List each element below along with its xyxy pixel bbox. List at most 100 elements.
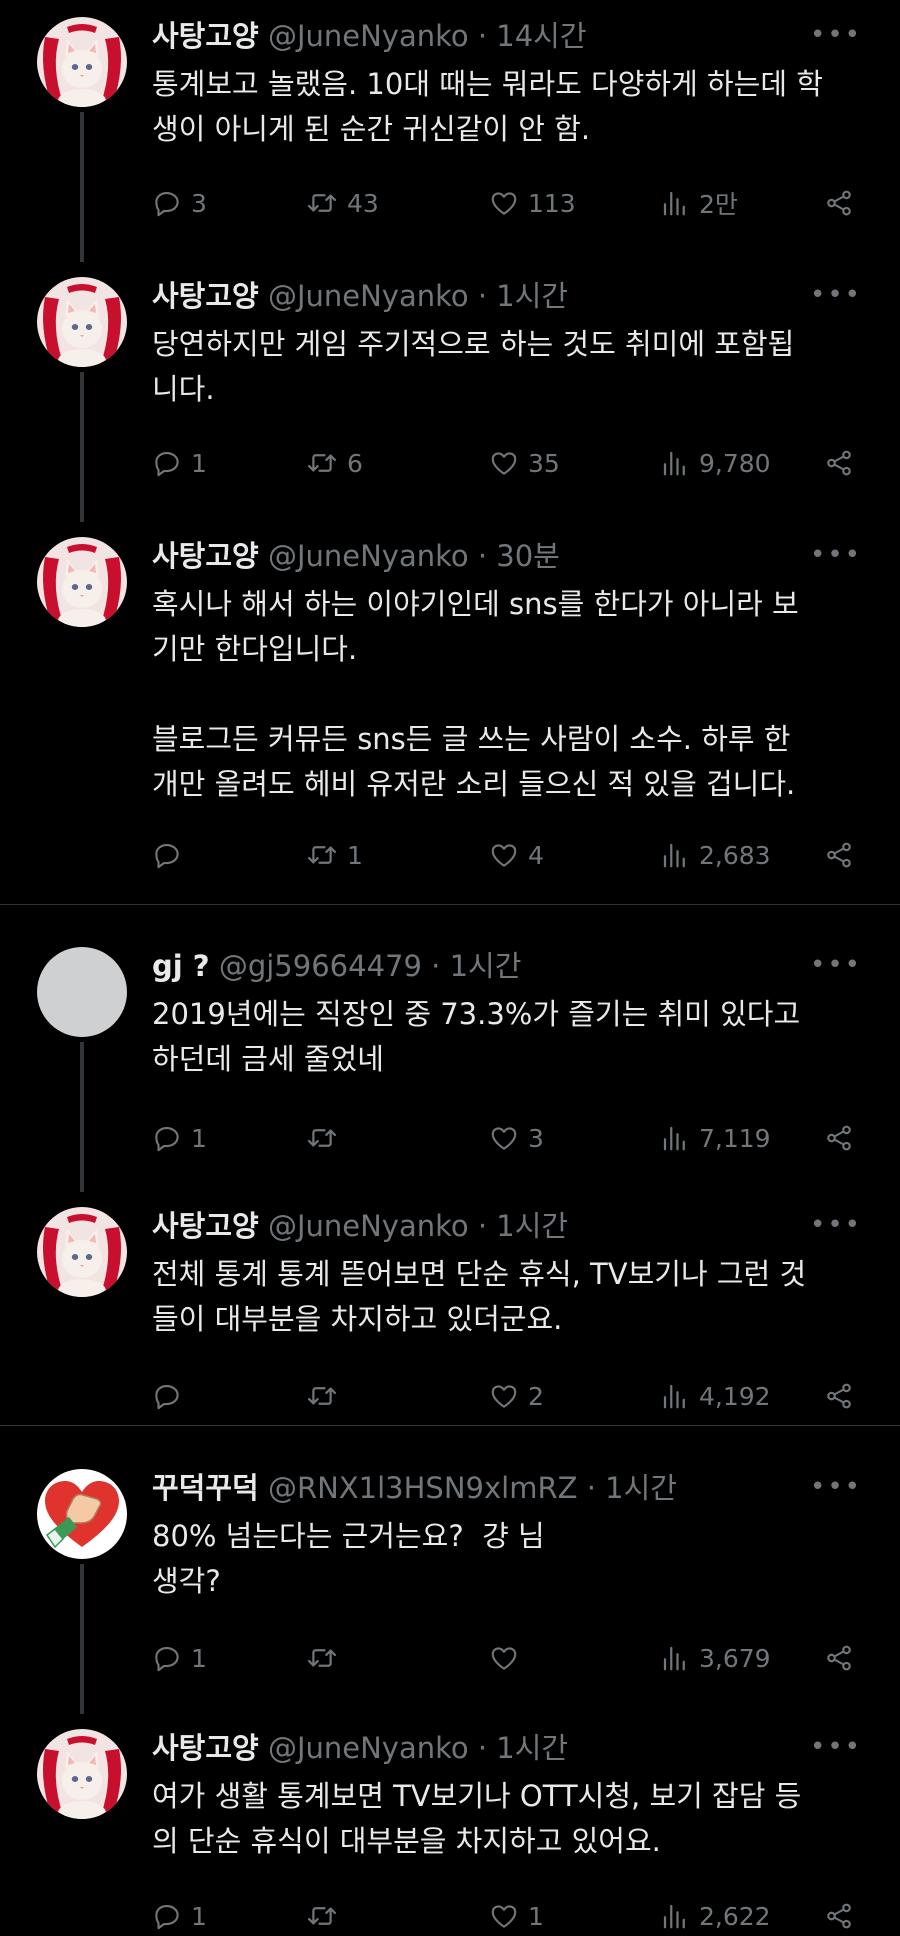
retweet-button[interactable]: 1 [306,835,363,875]
share-button[interactable] [824,1896,854,1936]
display-name[interactable]: gj ? [152,949,210,983]
cat-avatar[interactable] [37,277,127,367]
like-button[interactable]: 2 [489,1376,544,1416]
default-avatar[interactable] [37,947,127,1037]
share-icon [824,188,854,218]
handle[interactable]: @RNX1l3HSN9xlmRZ [268,1471,578,1505]
display-name[interactable]: 사탕고양 [152,1731,259,1765]
more-options-icon[interactable]: ••• [810,540,862,570]
like-button[interactable]: 35 [489,443,560,483]
views-count: 2,683 [699,840,771,870]
handle[interactable]: @JuneNyanko [268,539,469,573]
share-button[interactable] [824,1376,854,1416]
share-icon [824,1643,854,1673]
heart-hand-avatar[interactable] [37,1469,127,1559]
reply-button[interactable] [152,1376,191,1416]
cat-avatar[interactable] [37,537,127,627]
share-button[interactable] [824,183,854,223]
timestamp[interactable]: 1시간 [450,949,522,983]
timestamp[interactable]: 1시간 [496,1731,568,1765]
views-button[interactable]: 2,683 [660,835,771,875]
timestamp[interactable]: 1시간 [496,1209,568,1243]
retweet-button[interactable]: 43 [306,183,379,223]
more-options-icon[interactable]: ••• [810,1210,862,1240]
timestamp[interactable]: 1시간 [496,279,568,313]
tweet[interactable]: 사탕고양 @JuneNyanko · 1시간 ••• 여가 생활 통계보면 TV… [0,1712,900,1935]
analytics-icon [660,1381,690,1411]
like-button[interactable]: 1 [489,1896,544,1936]
reply-icon [152,1643,182,1673]
reply-button[interactable] [152,835,191,875]
reply-button[interactable]: 1 [152,443,207,483]
share-button[interactable] [824,1118,854,1158]
tweet[interactable]: 사탕고양 @JuneNyanko · 1시간 ••• 전체 통계 통계 뜯어보면… [0,1190,900,1425]
reply-button[interactable]: 3 [152,183,207,223]
handle[interactable]: @JuneNyanko [268,1731,469,1765]
timestamp[interactable]: 1시간 [605,1471,677,1505]
more-options-icon[interactable]: ••• [810,280,862,310]
like-button[interactable] [489,1638,528,1678]
views-button[interactable]: 4,192 [660,1376,771,1416]
views-button[interactable]: 2만 [660,183,738,223]
retweet-button[interactable] [306,1118,347,1158]
like-button[interactable]: 4 [489,835,544,875]
tweet-text: 전체 통계 통계 뜯어보면 단순 휴식, TV보기나 그런 것 들이 대부분을 … [152,1257,807,1336]
divider [0,1425,900,1426]
views-button[interactable]: 2,622 [660,1896,771,1936]
tweet-header: 사탕고양 @JuneNyanko · 1시간 [152,276,568,316]
divider [0,904,900,905]
handle[interactable]: @JuneNyanko [268,279,469,313]
more-options-icon[interactable]: ••• [810,950,862,980]
tweet-text: 2019년에는 직장인 중 73.3%가 즐기는 취미 있다고 하던데 금세 줄… [152,997,801,1076]
thread-line [80,112,84,262]
cat-avatar[interactable] [37,17,127,107]
more-options-icon[interactable]: ••• [810,1732,862,1762]
handle[interactable]: @gj59664479 [219,949,422,983]
share-button[interactable] [824,443,854,483]
like-button[interactable]: 113 [489,183,576,223]
separator-dot: · [477,1209,488,1243]
cat-avatar[interactable] [37,1207,127,1297]
retweet-icon [306,840,338,870]
likes-count: 3 [528,1123,544,1153]
display-name[interactable]: 사탕고양 [152,1209,259,1243]
retweet-button[interactable]: 6 [306,443,363,483]
reply-button[interactable]: 1 [152,1638,207,1678]
separator-dot: · [477,279,488,313]
retweet-button[interactable] [306,1376,347,1416]
share-button[interactable] [824,1638,854,1678]
timestamp[interactable]: 14시간 [496,19,586,53]
reply-icon [152,840,182,870]
retweet-button[interactable] [306,1638,347,1678]
cat-avatar[interactable] [37,1729,127,1819]
timestamp[interactable]: 30분 [496,539,560,573]
tweet[interactable]: 사탕고양 @JuneNyanko · 30분 ••• 혹시나 해서 하는 이야기… [0,520,900,905]
handle[interactable]: @JuneNyanko [268,1209,469,1243]
reply-button[interactable]: 1 [152,1118,207,1158]
more-options-icon[interactable]: ••• [810,20,862,50]
handle[interactable]: @JuneNyanko [268,19,469,53]
reply-button[interactable]: 1 [152,1896,207,1936]
display-name[interactable]: 꾸덕꾸덕 [152,1471,259,1505]
retweet-icon [306,448,338,478]
replies-count: 1 [191,448,207,478]
display-name[interactable]: 사탕고양 [152,279,259,313]
tweet[interactable]: 사탕고양 @JuneNyanko · 14시간 ••• 통계보고 놀랬음. 10… [0,0,900,262]
like-button[interactable]: 3 [489,1118,544,1158]
share-button[interactable] [824,835,854,875]
display-name[interactable]: 사탕고양 [152,19,259,53]
tweet[interactable]: gj ? @gj59664479 · 1시간 ••• 2019년에는 직장인 중… [0,930,900,1192]
retweet-button[interactable] [306,1896,347,1936]
views-button[interactable]: 3,679 [660,1638,771,1678]
views-button[interactable]: 9,780 [660,443,771,483]
heart-icon [489,1123,519,1153]
display-name[interactable]: 사탕고양 [152,539,259,573]
tweet[interactable]: 사탕고양 @JuneNyanko · 1시간 ••• 당연하지만 게임 주기적으… [0,260,900,522]
heart-icon [489,1643,519,1673]
likes-count: 35 [528,448,560,478]
tweet[interactable]: 꾸덕꾸덕 @RNX1l3HSN9xlmRZ · 1시간 ••• 80% 넘는다는… [0,1452,900,1714]
views-button[interactable]: 7,119 [660,1118,771,1158]
more-options-icon[interactable]: ••• [810,1472,862,1502]
tweet-header: 사탕고양 @JuneNyanko · 30분 [152,536,560,576]
separator-dot: · [477,539,488,573]
